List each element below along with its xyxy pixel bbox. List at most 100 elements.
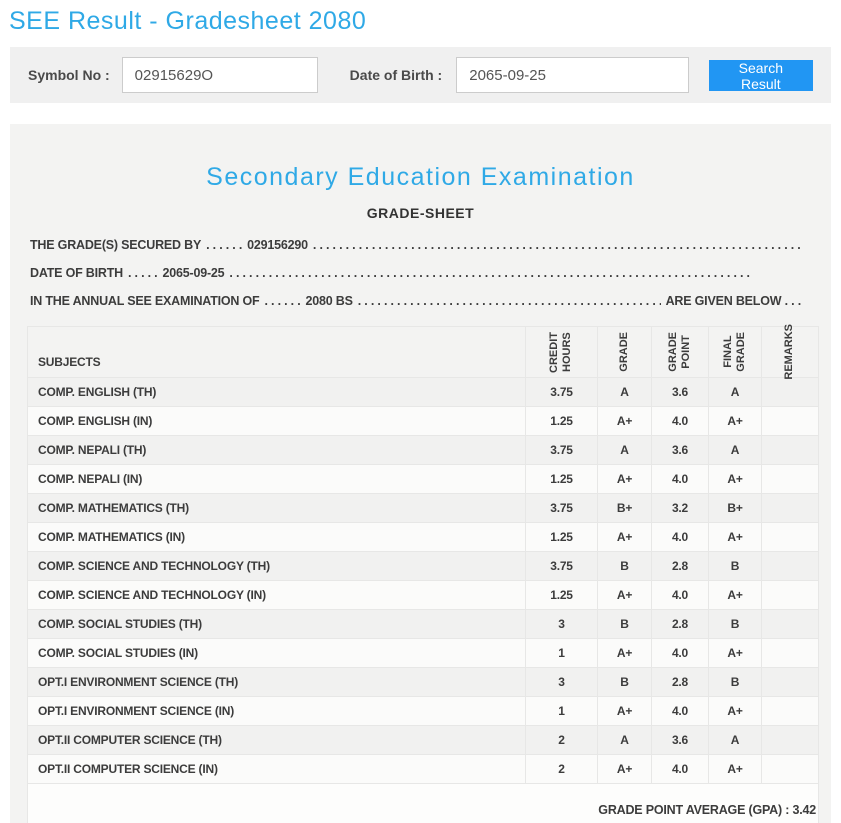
table-row: COMP. MATHEMATICS (IN) 1.25 A+ 4.0 A+	[27, 522, 819, 552]
credit-hours-cell: 1.25	[525, 580, 598, 610]
remarks-cell	[761, 522, 819, 552]
remarks-cell	[761, 754, 819, 784]
credit-hours-cell: 3.75	[525, 551, 598, 581]
grade-point-rotated-label: GRADE POINT	[666, 332, 692, 372]
info-suffix: ARE GIVEN BELOW . . .	[665, 294, 802, 308]
remarks-cell	[761, 493, 819, 523]
subject-cell: COMP. ENGLISH (IN)	[27, 406, 526, 436]
remarks-cell	[761, 580, 819, 610]
remarks-cell	[761, 551, 819, 581]
gradesheet-card: Secondary Education Examination GRADE-SH…	[10, 124, 831, 823]
grade-point-cell: 4.0	[651, 696, 709, 726]
grade-cell: B	[597, 667, 652, 697]
grade-point-cell: 4.0	[651, 464, 709, 494]
table-row: COMP. ENGLISH (TH) 3.75 A 3.6 A	[27, 377, 819, 407]
grade-point-cell: 2.8	[651, 609, 709, 639]
info-dots: . . . . . . . . . . . . . . . . . . . . …	[229, 266, 750, 280]
info-line-secured-by: THE GRADE(S) SECURED BY . . . . . . 0291…	[30, 238, 801, 266]
grade-cell: A+	[597, 696, 652, 726]
date-of-birth-input[interactable]	[456, 57, 689, 93]
final-grade-cell: A+	[708, 638, 762, 668]
subject-cell: OPT.I ENVIRONMENT SCIENCE (TH)	[27, 667, 526, 697]
col-header-subjects: SUBJECTS	[27, 326, 526, 378]
final-grade-cell: A+	[708, 406, 762, 436]
grade-cell: A	[597, 435, 652, 465]
credit-hours-cell: 1.25	[525, 464, 598, 494]
subject-cell: OPT.II COMPUTER SCIENCE (TH)	[27, 725, 526, 755]
remarks-cell	[761, 377, 819, 407]
final-grade-cell: A+	[708, 580, 762, 610]
final-grade-cell: B+	[708, 493, 762, 523]
credit-hours-cell: 3.75	[525, 435, 598, 465]
grade-point-cell: 3.6	[651, 725, 709, 755]
symbol-no-label: Symbol No :	[28, 67, 110, 83]
search-form-bar: Symbol No : Date of Birth : Search Resul…	[10, 47, 831, 103]
grade-rotated-label: GRADE	[617, 332, 630, 372]
table-row: COMP. ENGLISH (IN) 1.25 A+ 4.0 A+	[27, 406, 819, 436]
table-row: COMP. NEPALI (IN) 1.25 A+ 4.0 A+	[27, 464, 819, 494]
table-row: COMP. SCIENCE AND TECHNOLOGY (TH) 3.75 B…	[27, 551, 819, 581]
table-row: COMP. MATHEMATICS (TH) 3.75 B+ 3.2 B+	[27, 493, 819, 523]
subject-cell: COMP. MATHEMATICS (IN)	[27, 522, 526, 552]
table-row: COMP. NEPALI (TH) 3.75 A 3.6 A	[27, 435, 819, 465]
final-grade-rotated-label: FINAL GRADE	[721, 332, 747, 372]
results-table: SUBJECTS CREDIT HOURS GRADE GRADE POINT …	[27, 324, 819, 784]
info-dots: . . . . . . . . . . . . . . . . . . . . …	[357, 294, 661, 308]
col-header-grade-point: GRADE POINT	[651, 326, 709, 378]
final-grade-cell: A	[708, 725, 762, 755]
grade-cell: A+	[597, 522, 652, 552]
grade-cell: B	[597, 609, 652, 639]
info-lines: THE GRADE(S) SECURED BY . . . . . . 0291…	[10, 238, 831, 322]
credit-hours-cell: 1	[525, 696, 598, 726]
info-line-date-of-birth: DATE OF BIRTH . . . . . 2065-09-25 . . .…	[30, 266, 801, 294]
grade-point-cell: 3.6	[651, 377, 709, 407]
symbol-no-input[interactable]	[121, 57, 318, 93]
grade-point-cell: 4.0	[651, 580, 709, 610]
grade-cell: A+	[597, 754, 652, 784]
col-header-final-grade: FINAL GRADE	[708, 326, 762, 378]
final-grade-cell: B	[708, 551, 762, 581]
table-row: COMP. SCIENCE AND TECHNOLOGY (IN) 1.25 A…	[27, 580, 819, 610]
remarks-cell	[761, 435, 819, 465]
final-grade-cell: A+	[708, 696, 762, 726]
credit-hours-cell: 3.75	[525, 493, 598, 523]
grade-point-cell: 3.6	[651, 435, 709, 465]
grade-point-cell: 4.0	[651, 638, 709, 668]
info-label: THE GRADE(S) SECURED BY	[30, 238, 202, 252]
grade-cell: A	[597, 377, 652, 407]
remarks-cell	[761, 667, 819, 697]
col-header-remarks: REMARKS	[761, 324, 819, 380]
remarks-cell	[761, 406, 819, 436]
symbol-no-value: 029156290	[247, 238, 308, 252]
remarks-cell	[761, 638, 819, 668]
credit-hours-cell: 1.25	[525, 522, 598, 552]
grade-cell: A+	[597, 580, 652, 610]
date-of-birth-label: Date of Birth :	[349, 67, 443, 83]
grade-point-cell: 4.0	[651, 406, 709, 436]
subject-cell: COMP. NEPALI (TH)	[27, 435, 526, 465]
sheet-subheading: GRADE-SHEET	[366, 205, 475, 221]
grade-cell: A+	[597, 638, 652, 668]
info-label: IN THE ANNUAL SEE EXAMINATION OF	[30, 294, 260, 308]
grade-cell: B	[597, 551, 652, 581]
dob-value: 2065-09-25	[162, 266, 225, 280]
credit-hours-cell: 2	[525, 725, 598, 755]
grade-cell: A	[597, 725, 652, 755]
table-row: OPT.II COMPUTER SCIENCE (TH) 2 A 3.6 A	[27, 725, 819, 755]
credit-hours-cell: 2	[525, 754, 598, 784]
search-result-button[interactable]: Search Result	[708, 59, 813, 92]
remarks-cell	[761, 464, 819, 494]
final-grade-cell: A	[708, 377, 762, 407]
table-row: OPT.II COMPUTER SCIENCE (IN) 2 A+ 4.0 A+	[27, 754, 819, 784]
remarks-cell	[761, 725, 819, 755]
remarks-rotated-label: REMARKS	[783, 324, 796, 380]
info-dots: . . . . . .	[206, 238, 243, 252]
credit-hours-cell: 1	[525, 638, 598, 668]
table-row: COMP. SOCIAL STUDIES (TH) 3 B 2.8 B	[27, 609, 819, 639]
subject-cell: COMP. MATHEMATICS (TH)	[27, 493, 526, 523]
table-row: OPT.I ENVIRONMENT SCIENCE (TH) 3 B 2.8 B	[27, 667, 819, 697]
table-row: OPT.I ENVIRONMENT SCIENCE (IN) 1 A+ 4.0 …	[27, 696, 819, 726]
info-dots: . . . . . .	[264, 294, 301, 308]
credit-hours-cell: 3	[525, 609, 598, 639]
table-row: COMP. SOCIAL STUDIES (IN) 1 A+ 4.0 A+	[27, 638, 819, 668]
